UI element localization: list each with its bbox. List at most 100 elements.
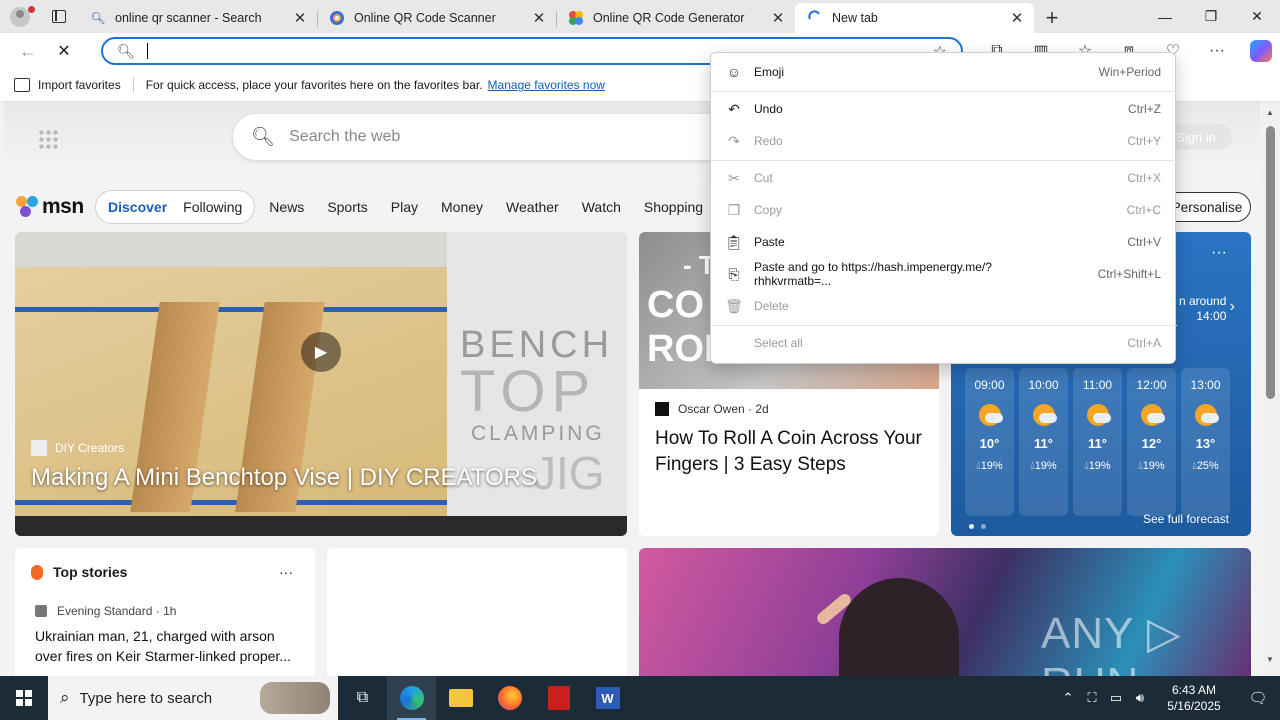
- taskbar-file-explorer[interactable]: [436, 676, 485, 720]
- network-device-icon[interactable]: ⛶: [1080, 690, 1104, 706]
- source-logo-icon: [655, 402, 669, 416]
- feed-toggle: Discover Following: [95, 190, 256, 224]
- tab-new-tab[interactable]: New tab ✕: [795, 3, 1034, 33]
- weather-summary-line: 14:00: [1196, 309, 1227, 323]
- menu-separator: [711, 325, 1177, 326]
- menu-item-label: Paste and go to https://hash.impenergy.m…: [754, 260, 992, 288]
- scroll-down-icon[interactable]: ▼: [1266, 655, 1274, 664]
- search-highlight-image: [260, 682, 330, 714]
- volume-icon[interactable]: 🔊︎: [1128, 690, 1152, 706]
- tab-title: Online QR Code Scanner: [354, 11, 496, 25]
- qr-generator-favicon: [568, 10, 584, 26]
- menu-item-label: Copy: [754, 203, 783, 217]
- new-tab-button[interactable]: +: [1034, 3, 1070, 33]
- maximize-button[interactable]: ❐: [1188, 0, 1234, 33]
- clock[interactable]: 6:43 AM 5/16/2025: [1152, 682, 1236, 714]
- menu-separator: [711, 91, 1177, 92]
- search-icon: ⌕: [60, 688, 70, 707]
- tab-actions-icon: [52, 10, 66, 23]
- task-view-button[interactable]: ⧉: [338, 676, 387, 720]
- menu-item-paste[interactable]: 📋︎ Paste Ctrl+V: [711, 227, 1177, 257]
- hour-time: 10:00: [1028, 378, 1059, 392]
- page-scrollbar[interactable]: ▲ ▼: [1262, 102, 1280, 676]
- video-title[interactable]: Making A Mini Benchtop Vise | DIY CREATO…: [31, 464, 537, 492]
- menu-item-undo[interactable]: ↶ Undo Ctrl+Z: [711, 94, 1177, 124]
- tab-following[interactable]: Following: [175, 199, 250, 215]
- menu-item-emoji[interactable]: ☺ Emoji Win+Period: [711, 57, 1177, 87]
- more-options-icon[interactable]: ···: [1211, 244, 1227, 262]
- nav-weather[interactable]: Weather: [506, 199, 559, 215]
- back-button[interactable]: ←: [10, 36, 46, 66]
- tab-search[interactable]: 🔍︎ online qr scanner - Search ✕: [78, 3, 317, 33]
- nav-money[interactable]: Money: [441, 199, 483, 215]
- close-tab-icon[interactable]: ✕: [769, 9, 787, 27]
- partly-cloudy-icon: [1032, 404, 1057, 426]
- carousel-dots[interactable]: [969, 517, 993, 532]
- tab-qr-scanner[interactable]: Online QR Code Scanner ✕: [317, 3, 556, 33]
- hour-temp: 10°: [979, 436, 1000, 451]
- hour-precip-value: 19%: [1142, 460, 1165, 472]
- menu-item-label: Emoji: [754, 65, 785, 79]
- nav-play[interactable]: Play: [391, 199, 418, 215]
- more-options-icon[interactable]: ···: [279, 564, 293, 580]
- qr-scanner-favicon: [329, 10, 345, 26]
- start-button[interactable]: [0, 676, 48, 720]
- menu-item-shortcut: Ctrl+Shift+L: [1097, 267, 1161, 281]
- hour-precip: 💧︎19%: [965, 460, 1014, 473]
- partly-cloudy-icon: [1086, 404, 1111, 426]
- play-icon[interactable]: ▶: [301, 332, 341, 372]
- network-icon[interactable]: ▭: [1104, 690, 1128, 706]
- profile-button[interactable]: [0, 0, 40, 33]
- redo-icon: ↷: [728, 132, 740, 149]
- top-stories-card: Top stories ··· Evening Standard · 1h Uk…: [15, 548, 315, 676]
- copilot-button[interactable]: [1239, 33, 1280, 69]
- settings-more-icon[interactable]: ···: [1195, 33, 1239, 69]
- menu-item-cut[interactable]: ✂ Cut Ctrl+X: [711, 163, 1177, 193]
- chevron-right-icon[interactable]: ›: [1230, 298, 1235, 316]
- menu-item-delete[interactable]: 🗑︎ Delete: [711, 291, 1177, 321]
- nav-shopping[interactable]: Shopping: [644, 199, 703, 215]
- menu-item-label: Paste: [754, 235, 785, 249]
- import-favorites-button[interactable]: Import favorites: [0, 78, 133, 92]
- stop-loading-button[interactable]: ✕: [46, 36, 82, 66]
- taskbar-acrobat[interactable]: [534, 676, 583, 720]
- menu-item-label: Redo: [754, 134, 783, 148]
- chevron-up-icon[interactable]: ⌃: [1056, 690, 1080, 706]
- taskbar-word[interactable]: W: [583, 676, 632, 720]
- manage-favorites-link[interactable]: Manage favorites now: [488, 78, 605, 92]
- tab-actions-button[interactable]: [40, 0, 78, 33]
- apps-launcher-icon[interactable]: [38, 129, 58, 149]
- menu-item-select-all[interactable]: Select all Ctrl+A: [711, 328, 1177, 358]
- menu-item-paste-and-go[interactable]: ⎘ Paste and go to https://hash.impenergy…: [711, 259, 1177, 289]
- top-stories-heading: Top stories: [31, 564, 127, 580]
- msn-logo[interactable]: msn: [16, 195, 86, 219]
- see-full-forecast-link[interactable]: See full forecast: [1143, 512, 1229, 526]
- article-title[interactable]: How To Roll A Coin Across Your Fingers |…: [655, 426, 925, 478]
- notifications-icon[interactable]: 🗨︎: [1236, 689, 1280, 707]
- menu-item-copy[interactable]: ❐ Copy Ctrl+C: [711, 195, 1177, 225]
- scrollbar-thumb[interactable]: [1266, 126, 1275, 399]
- close-window-button[interactable]: ✕: [1234, 0, 1280, 33]
- close-tab-icon[interactable]: ✕: [291, 9, 309, 27]
- nav-watch[interactable]: Watch: [582, 199, 621, 215]
- nav-sports[interactable]: Sports: [327, 199, 367, 215]
- story-headline[interactable]: Ukrainian man, 21, charged with arson ov…: [35, 626, 305, 666]
- paste-icon: 📋︎: [725, 233, 743, 250]
- taskbar-firefox[interactable]: [485, 676, 534, 720]
- video-card[interactable]: BENCH TOP CLAMPING JIG ▶ DIY Creators Ma…: [15, 232, 627, 536]
- folder-icon: [448, 689, 473, 707]
- minimize-button[interactable]: —: [1142, 0, 1188, 33]
- taskbar-edge[interactable]: [387, 676, 436, 720]
- nav-news[interactable]: News: [269, 199, 304, 215]
- menu-item-redo[interactable]: ↷ Redo Ctrl+Y: [711, 126, 1177, 156]
- image-card[interactable]: ANY ▷ RUN: [639, 548, 1251, 676]
- scroll-up-icon[interactable]: ▲: [1266, 108, 1274, 117]
- hour-temp: 11°: [1034, 436, 1053, 451]
- video-footer: [15, 516, 627, 536]
- close-tab-icon[interactable]: ✕: [1008, 9, 1026, 27]
- close-tab-icon[interactable]: ✕: [530, 9, 548, 27]
- taskbar-search[interactable]: ⌕ Type here to search: [48, 676, 338, 720]
- paste-go-icon: ⎘: [728, 265, 740, 282]
- tab-qr-generator[interactable]: Online QR Code Generator ✕: [556, 3, 795, 33]
- tab-discover[interactable]: Discover: [100, 199, 175, 215]
